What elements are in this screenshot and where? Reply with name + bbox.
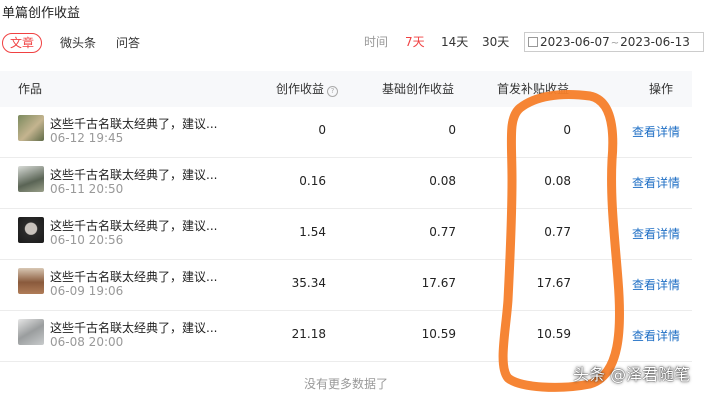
article-thumbnail bbox=[18, 217, 44, 243]
table-header: 作品 创作收益? 基础创作收益 首发补贴收益 操作 bbox=[0, 71, 692, 107]
publish-date: 06-11 20:50 bbox=[50, 182, 124, 196]
income-value: 0.16 bbox=[299, 174, 326, 188]
column-header-income: 创作收益? bbox=[276, 71, 339, 107]
tab-article[interactable]: 文章 bbox=[2, 33, 43, 53]
date-start: 2023-06-07 bbox=[540, 35, 610, 49]
base-income-value: 10.59 bbox=[421, 327, 456, 341]
article-thumbnail bbox=[18, 319, 44, 345]
column-header-income-label: 创作收益 bbox=[276, 82, 325, 96]
article-title[interactable]: 这些千古名联太经典了，建议... bbox=[50, 217, 217, 234]
article-title[interactable]: 这些千古名联太经典了，建议... bbox=[50, 115, 217, 132]
view-details-link[interactable]: 查看详情 bbox=[632, 276, 680, 293]
income-value: 21.18 bbox=[291, 327, 326, 341]
table-row: 这些千古名联太经典了，建议... 06-10 20:56 1.54 0.77 0… bbox=[0, 209, 692, 260]
publish-date: 06-09 19:06 bbox=[50, 284, 124, 298]
help-circle-icon[interactable]: ? bbox=[327, 86, 339, 97]
article-thumbnail bbox=[18, 115, 44, 141]
subsidy-income-value: 17.67 bbox=[536, 276, 571, 290]
period-14-days[interactable]: 14天 bbox=[441, 33, 468, 51]
article-title[interactable]: 这些千古名联太经典了，建议... bbox=[50, 319, 217, 336]
subsidy-income-value: 0.77 bbox=[544, 225, 571, 239]
publish-date: 06-08 20:00 bbox=[50, 335, 124, 349]
base-income-value: 0.08 bbox=[429, 174, 456, 188]
column-header-work: 作品 bbox=[18, 82, 43, 96]
subsidy-income-value: 0 bbox=[563, 123, 571, 137]
period-label: 时间 bbox=[364, 35, 389, 49]
table-row: 这些千古名联太经典了，建议... 06-09 19:06 35.34 17.67… bbox=[0, 260, 692, 311]
column-header-action: 操作 bbox=[649, 82, 674, 96]
publish-date: 06-12 19:45 bbox=[50, 131, 124, 145]
table-row: 这些千古名联太经典了，建议... 06-12 19:45 0 0 0 查看详情 bbox=[0, 107, 692, 158]
column-header-base-income: 基础创作收益 bbox=[382, 82, 455, 96]
view-details-link[interactable]: 查看详情 bbox=[632, 123, 680, 140]
subsidy-income-value: 0.08 bbox=[544, 174, 571, 188]
view-details-link[interactable]: 查看详情 bbox=[632, 225, 680, 242]
income-value: 0 bbox=[318, 123, 326, 137]
date-range-picker[interactable]: 2023-06-07~2023-06-13 bbox=[524, 32, 704, 52]
article-title[interactable]: 这些千古名联太经典了，建议... bbox=[50, 166, 217, 183]
base-income-value: 17.67 bbox=[421, 276, 456, 290]
column-header-subsidy-income: 首发补贴收益 bbox=[497, 82, 570, 96]
table-row: 这些千古名联太经典了，建议... 06-11 20:50 0.16 0.08 0… bbox=[0, 158, 692, 209]
calendar-icon bbox=[528, 37, 538, 47]
period-7-days[interactable]: 7天 bbox=[405, 33, 425, 51]
date-end: 2023-06-13 bbox=[620, 35, 690, 49]
base-income-value: 0.77 bbox=[429, 225, 456, 239]
view-details-link[interactable]: 查看详情 bbox=[632, 327, 680, 344]
base-income-value: 0 bbox=[448, 123, 456, 137]
date-separator: ~ bbox=[610, 38, 620, 49]
article-thumbnail bbox=[18, 166, 44, 192]
view-details-link[interactable]: 查看详情 bbox=[632, 174, 680, 191]
period-30-days[interactable]: 30天 bbox=[482, 33, 509, 51]
income-value: 1.54 bbox=[299, 225, 326, 239]
tab-qa[interactable]: 问答 bbox=[116, 34, 140, 52]
tab-micro-headline[interactable]: 微头条 bbox=[60, 34, 96, 52]
publish-date: 06-10 20:56 bbox=[50, 233, 124, 247]
article-title[interactable]: 这些千古名联太经典了，建议... bbox=[50, 268, 217, 285]
table-row: 这些千古名联太经典了，建议... 06-08 20:00 21.18 10.59… bbox=[0, 311, 692, 362]
watermark: 头条 @泽君随笔 bbox=[573, 365, 691, 384]
income-value: 35.34 bbox=[291, 276, 326, 290]
content-type-tabs: 文章 微头条 问答 bbox=[2, 33, 160, 53]
subsidy-income-value: 10.59 bbox=[536, 327, 571, 341]
article-thumbnail bbox=[18, 268, 44, 294]
page-title: 单篇创作收益 bbox=[2, 6, 81, 21]
